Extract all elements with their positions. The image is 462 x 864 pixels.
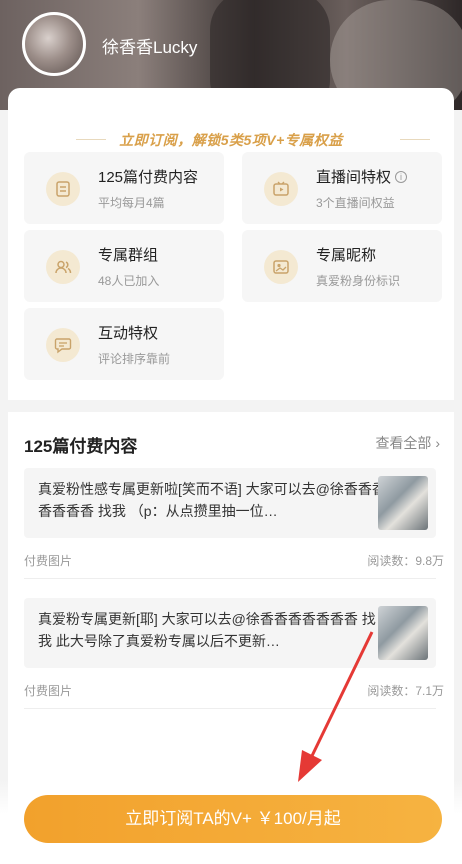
subscribe-button[interactable]: 立即订阅TA的V+ ￥100/月起: [24, 795, 442, 843]
annotation-arrow-icon: [298, 631, 374, 782]
